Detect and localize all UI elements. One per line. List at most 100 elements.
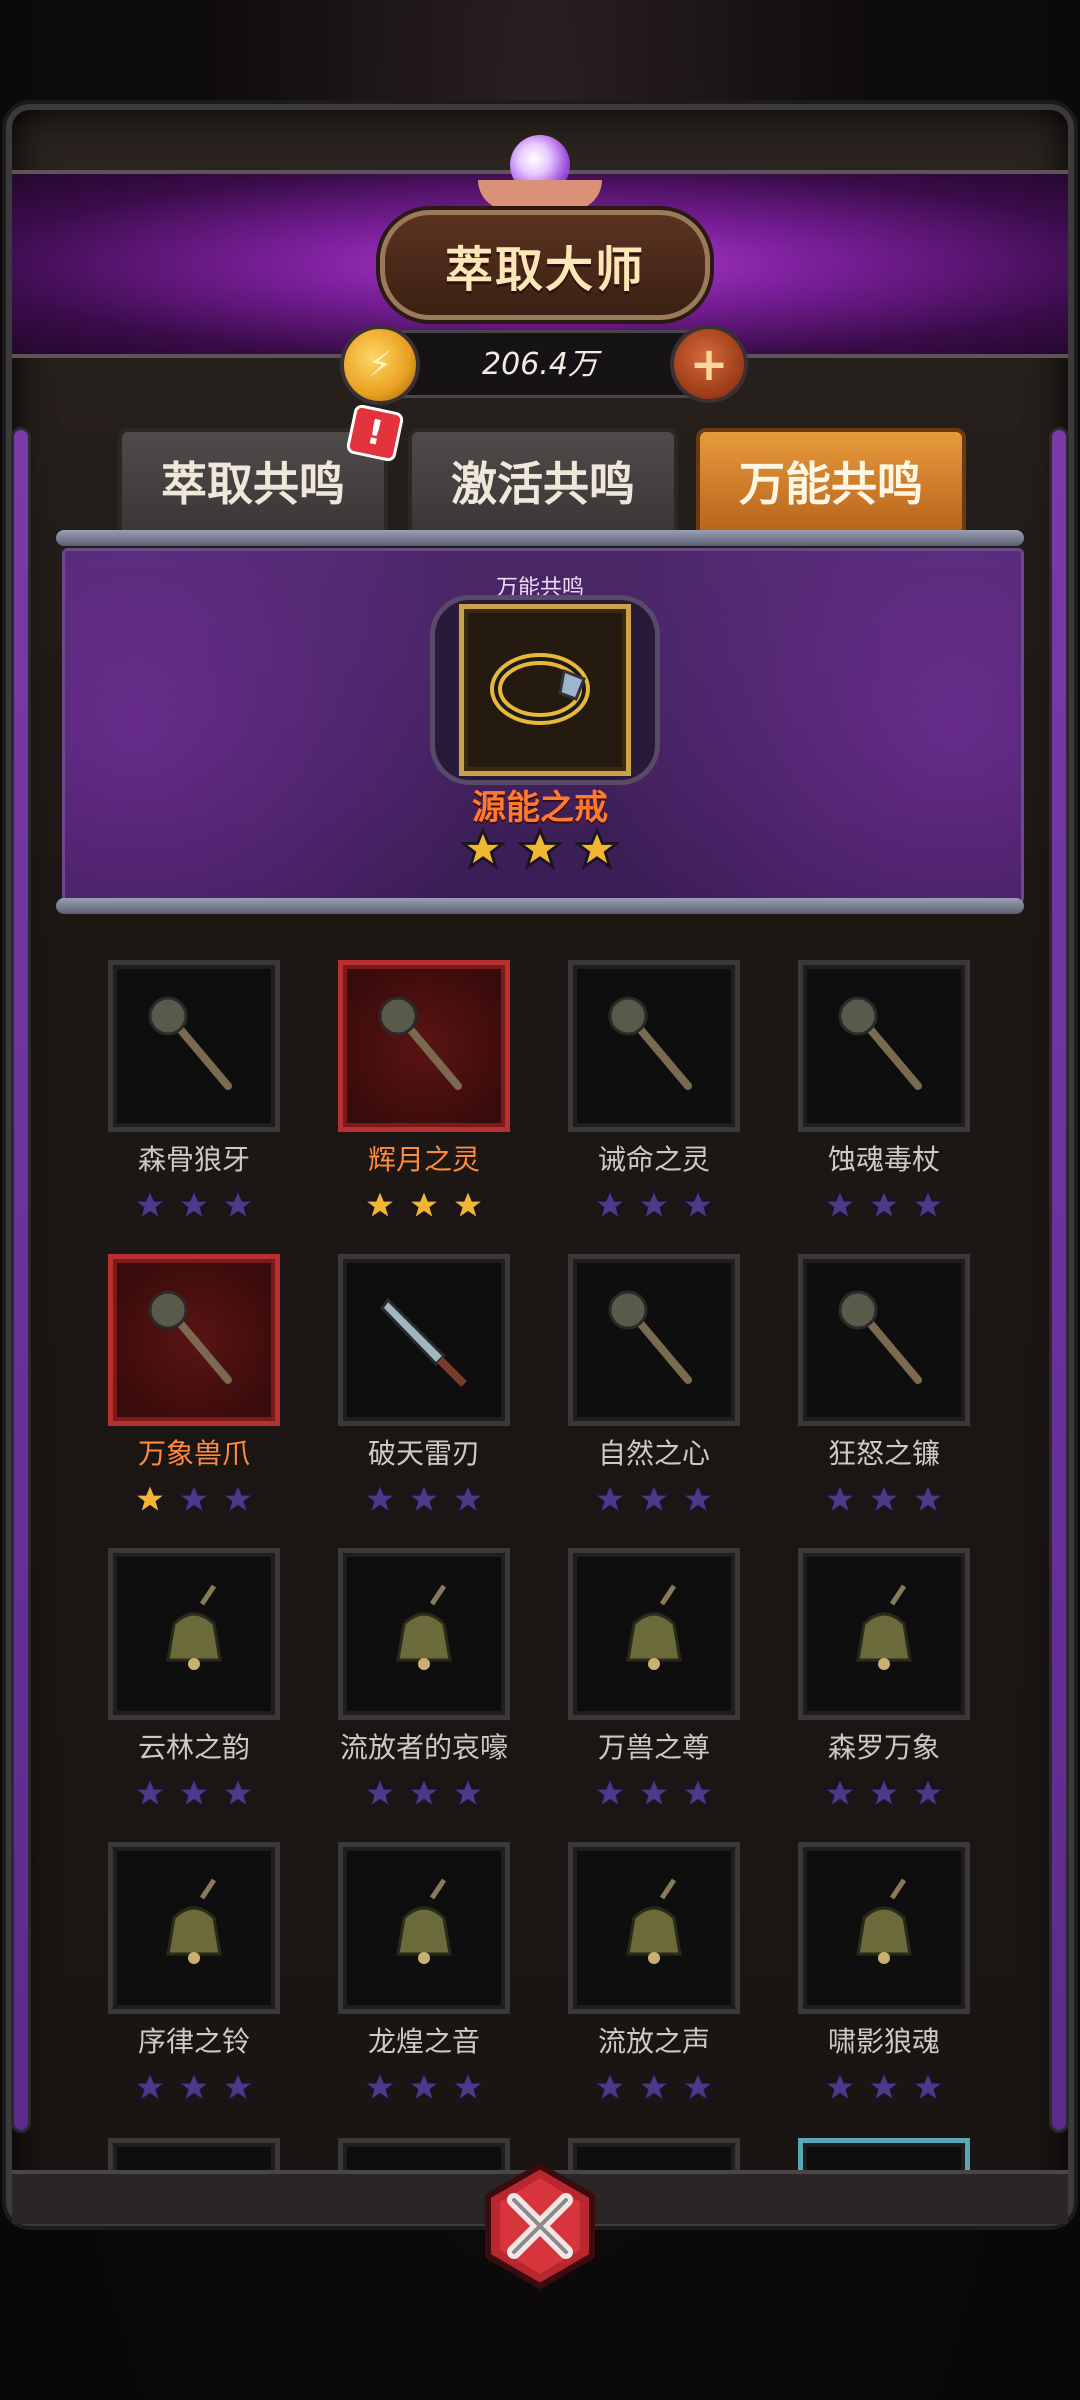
item-name: 云林之韵 bbox=[137, 1731, 250, 1764]
item-slot[interactable] bbox=[798, 2138, 970, 2170]
star-empty-icon bbox=[132, 2069, 168, 2105]
item-slot[interactable] bbox=[568, 1548, 740, 1720]
item-cell[interactable]: 序律之铃 bbox=[108, 1842, 280, 2106]
item-slot[interactable] bbox=[568, 1842, 740, 2014]
item-slot[interactable] bbox=[108, 1842, 280, 2014]
item-cell[interactable]: 狂怒之镰 bbox=[798, 1254, 970, 1518]
skull-staff-icon bbox=[838, 996, 922, 1090]
item-slot[interactable] bbox=[798, 1548, 970, 1720]
star-icon bbox=[219, 1774, 257, 1812]
tab-activate-resonance[interactable]: 激活共鸣 bbox=[408, 428, 678, 534]
star-empty-icon bbox=[406, 1775, 442, 1811]
item-cell[interactable]: 森骨狼牙 bbox=[108, 960, 280, 1224]
item-slot[interactable] bbox=[108, 1254, 280, 1426]
star-empty-icon bbox=[176, 1775, 212, 1811]
item-cell[interactable] bbox=[108, 2138, 280, 2170]
item-cell[interactable] bbox=[798, 2138, 970, 2170]
item-cell[interactable]: 流放者的哀嚎 bbox=[338, 1548, 510, 1812]
star-empty-icon bbox=[636, 1775, 672, 1811]
item-slot[interactable] bbox=[338, 960, 510, 1132]
featured-stars bbox=[460, 826, 620, 876]
star-empty-icon bbox=[910, 1481, 946, 1517]
featured-item-name: 源能之戒 bbox=[472, 788, 608, 828]
item-cell[interactable]: 云林之韵 bbox=[108, 1548, 280, 1812]
star-icon bbox=[175, 2068, 213, 2106]
item-slot[interactable] bbox=[568, 1254, 740, 1426]
item-cell[interactable]: 啸影狼魂 bbox=[798, 1842, 970, 2106]
close-button[interactable] bbox=[474, 2160, 606, 2292]
star-icon bbox=[591, 2068, 629, 2106]
item-stars bbox=[131, 1186, 257, 1224]
star-empty-icon bbox=[362, 2069, 398, 2105]
featured-item-slot[interactable] bbox=[459, 604, 631, 776]
item-name: 森骨狼牙 bbox=[137, 1143, 250, 1176]
item-cell[interactable]: 森罗万象 bbox=[798, 1548, 970, 1812]
star-icon bbox=[219, 1480, 257, 1518]
star-filled-icon bbox=[461, 827, 505, 871]
star-empty-icon bbox=[176, 1481, 212, 1517]
bell-icon bbox=[856, 1584, 912, 1670]
star-empty-icon bbox=[220, 1775, 256, 1811]
gold-coin-icon: ⚡ bbox=[340, 325, 420, 405]
star-icon bbox=[405, 1480, 443, 1518]
item-name: 蚀魂毒杖 bbox=[827, 1143, 940, 1176]
item-stars bbox=[591, 1186, 717, 1224]
star-icon bbox=[865, 1480, 903, 1518]
item-slot[interactable] bbox=[798, 960, 970, 1132]
currency-value: 206.4万 bbox=[482, 347, 598, 382]
item-slot[interactable] bbox=[798, 1842, 970, 2014]
star-icon bbox=[821, 2068, 859, 2106]
item-stars bbox=[591, 1480, 717, 1518]
item-slot[interactable] bbox=[798, 1254, 970, 1426]
item-slot[interactable] bbox=[108, 1548, 280, 1720]
item-cell[interactable]: 万兽之尊 bbox=[568, 1548, 740, 1812]
star-icon bbox=[131, 1774, 169, 1812]
item-slot[interactable] bbox=[338, 1548, 510, 1720]
item-slot[interactable] bbox=[108, 2138, 280, 2170]
item-cell[interactable]: 蚀魂毒杖 bbox=[798, 960, 970, 1224]
star-empty-icon bbox=[910, 1187, 946, 1223]
star-icon bbox=[361, 1480, 399, 1518]
star-icon bbox=[865, 1774, 903, 1812]
star-icon bbox=[909, 1774, 947, 1812]
star-empty-icon bbox=[592, 2069, 628, 2105]
star-icon bbox=[175, 1480, 213, 1518]
item-slot[interactable] bbox=[338, 1254, 510, 1426]
star-icon bbox=[405, 2068, 443, 2106]
item-cell[interactable]: 诫命之灵 bbox=[568, 960, 740, 1224]
item-cell[interactable]: 破天雷刃 bbox=[338, 1254, 510, 1518]
divider-top bbox=[56, 530, 1024, 546]
star-empty-icon bbox=[406, 2069, 442, 2105]
star-icon bbox=[635, 1186, 673, 1224]
item-cell[interactable]: 万象兽爪 bbox=[108, 1254, 280, 1518]
item-cell[interactable]: 龙煌之音 bbox=[338, 1842, 510, 2106]
mace-icon bbox=[608, 996, 692, 1090]
star-empty-icon bbox=[220, 1187, 256, 1223]
item-cell[interactable]: 流放之声 bbox=[568, 1842, 740, 2106]
frame-side-left bbox=[14, 430, 28, 2130]
item-stars bbox=[361, 1480, 487, 1518]
tab-universal-resonance[interactable]: 万能共鸣 bbox=[696, 428, 966, 534]
item-name: 龙煌之音 bbox=[367, 2025, 480, 2058]
star-icon bbox=[361, 1774, 399, 1812]
star-icon bbox=[821, 1186, 859, 1224]
item-cell[interactable]: 自然之心 bbox=[568, 1254, 740, 1518]
item-slot[interactable] bbox=[338, 1842, 510, 2014]
star-filled-icon bbox=[450, 1187, 486, 1223]
item-grid: 森骨狼牙 辉月之灵 诫命之灵 蚀魂毒杖万象兽爪 破天雷刃 自然之心 狂怒之镰云林之韵 流放者的… bbox=[60, 930, 1020, 2170]
add-currency-button[interactable]: + bbox=[670, 325, 748, 403]
star-empty-icon bbox=[866, 2069, 902, 2105]
star-empty-icon bbox=[680, 1775, 716, 1811]
star-empty-icon bbox=[592, 1775, 628, 1811]
star-empty-icon bbox=[822, 2069, 858, 2105]
item-stars bbox=[361, 1186, 487, 1224]
item-stars bbox=[361, 2068, 487, 2106]
star-icon bbox=[821, 1480, 859, 1518]
item-slot[interactable] bbox=[568, 960, 740, 1132]
item-cell[interactable]: 辉月之灵 bbox=[338, 960, 510, 1224]
item-name: 啸影狼魂 bbox=[827, 2025, 940, 2058]
star-icon bbox=[635, 1480, 673, 1518]
item-stars bbox=[591, 1774, 717, 1812]
item-slot[interactable] bbox=[108, 960, 280, 1132]
blade-icon bbox=[380, 1297, 467, 1387]
